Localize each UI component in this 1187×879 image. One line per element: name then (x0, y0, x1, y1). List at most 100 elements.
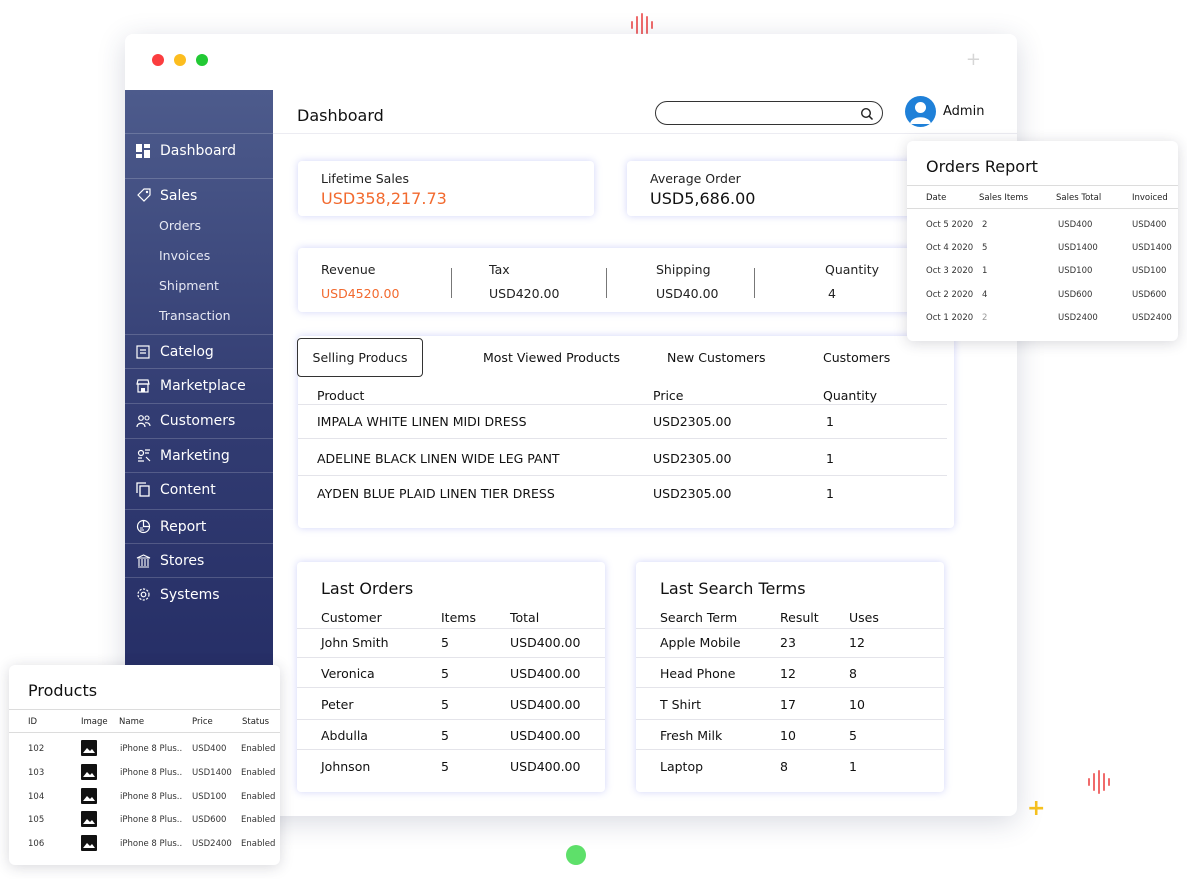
sidebar-item-dashboard[interactable]: Dashboard (125, 133, 273, 167)
search-uses: 12 (849, 635, 865, 650)
column-header-image: Image (81, 717, 108, 727)
sidebar-item-stores[interactable]: Stores (125, 543, 273, 577)
copy-icon (135, 482, 151, 498)
dashboard-icon (135, 143, 151, 159)
sidebar-item-label: Marketplace (160, 377, 246, 394)
order-items: 5 (441, 666, 449, 681)
shipping-value: USD40.00 (656, 286, 719, 301)
sidebar-item-catelog[interactable]: Catelog (125, 334, 273, 368)
gear-icon (135, 587, 151, 603)
column-header-search-term: Search Term (660, 610, 738, 625)
row-divider (297, 719, 605, 720)
product-id: 104 (28, 792, 45, 802)
building-icon (135, 553, 151, 569)
image-icon (81, 764, 97, 780)
report-sales-items: 1 (982, 266, 988, 276)
top-bar: Dashboard Admin (273, 90, 1017, 134)
product-status: Enabled (241, 768, 276, 778)
tab-new-customers[interactable]: New Customers (667, 350, 765, 365)
column-header-product: Product (317, 388, 365, 403)
row-divider (636, 687, 944, 688)
sidebar-item-systems[interactable]: Systems (125, 577, 273, 611)
order-customer: Abdulla (321, 728, 368, 743)
row-divider (636, 657, 944, 658)
report-invoiced: USD1400 (1132, 243, 1172, 253)
new-tab-plus-icon[interactable]: + (966, 49, 981, 70)
report-sales-items: 5 (982, 243, 988, 253)
header-divider (9, 732, 280, 733)
sidebar-sub-transaction[interactable]: Transaction (159, 308, 231, 323)
product-name: ADELINE BLACK LINEN WIDE LEG PANT (317, 451, 560, 466)
search-uses: 10 (849, 697, 865, 712)
column-header-uses: Uses (849, 610, 879, 625)
report-icon (135, 519, 151, 535)
user-name[interactable]: Admin (943, 104, 984, 119)
sidebar-item-sales[interactable]: Sales (125, 178, 273, 212)
order-customer: John Smith (321, 635, 389, 650)
column-header-result: Result (780, 610, 819, 625)
maximize-window-button[interactable] (196, 54, 208, 66)
search-result: 17 (780, 697, 796, 712)
row-divider (636, 719, 944, 720)
sidebar-item-report[interactable]: Report (125, 509, 273, 543)
row-divider (297, 628, 605, 629)
product-id: 106 (28, 839, 45, 849)
quantity-label: Quantity (825, 262, 880, 277)
order-items: 5 (441, 635, 449, 650)
minimize-window-button[interactable] (174, 54, 186, 66)
tax-value: USD420.00 (489, 286, 560, 301)
last-search-terms-card: Last Search Terms Search Term Result Use… (636, 562, 944, 792)
row-divider (298, 475, 947, 476)
revenue-label: Revenue (321, 262, 376, 277)
product-price: USD400 (192, 744, 227, 754)
row-divider (297, 749, 605, 750)
sidebar-item-marketplace[interactable]: Marketplace (125, 368, 273, 402)
sidebar-sub-orders[interactable]: Orders (159, 218, 201, 233)
product-price: USD100 (192, 792, 227, 802)
avatar[interactable] (905, 96, 936, 127)
report-date: Oct 4 2020 (926, 243, 974, 253)
store-icon (135, 378, 151, 394)
product-name: iPhone 8 Plus.. (120, 768, 183, 778)
sidebar-item-content[interactable]: Content (125, 472, 273, 506)
sidebar-item-label: Content (160, 481, 216, 498)
tab-most-viewed-products[interactable]: Most Viewed Products (483, 350, 620, 365)
report-sales-items: 4 (982, 290, 988, 300)
search-term: Apple Mobile (660, 635, 741, 650)
image-icon (81, 835, 97, 851)
order-items: 5 (441, 697, 449, 712)
sidebar-sub-invoices[interactable]: Invoices (159, 248, 210, 263)
product-id: 102 (28, 744, 45, 754)
product-status: Enabled (241, 815, 276, 825)
search-result: 12 (780, 666, 796, 681)
average-order-value: USD5,686.00 (650, 189, 756, 208)
image-icon (81, 811, 97, 827)
column-header-status: Status (242, 717, 270, 727)
report-invoiced: USD600 (1132, 290, 1167, 300)
search-term: T Shirt (660, 697, 701, 712)
row-divider (298, 404, 947, 405)
sidebar-item-customers[interactable]: Customers (125, 403, 273, 437)
sidebar-item-marketing[interactable]: Marketing (125, 438, 273, 472)
tax-label: Tax (489, 262, 510, 277)
order-total: USD400.00 (510, 666, 581, 681)
order-items: 5 (441, 759, 449, 774)
product-id: 105 (28, 815, 45, 825)
tab-selling-products[interactable]: Selling Producs (297, 338, 423, 377)
search-input[interactable] (655, 101, 883, 125)
report-date: Oct 5 2020 (926, 220, 974, 230)
products-panel: Products ID Image Name Price Status 102 … (9, 665, 280, 865)
catalog-icon (135, 344, 151, 360)
report-sales-items: 2 (982, 313, 988, 323)
order-total: USD400.00 (510, 759, 581, 774)
product-name: IMPALA WHITE LINEN MIDI DRESS (317, 414, 527, 429)
header-divider (9, 709, 280, 710)
search-uses: 1 (849, 759, 857, 774)
sidebar-sub-shipment[interactable]: Shipment (159, 278, 219, 293)
search-icon[interactable] (860, 106, 874, 125)
sidebar-item-label: Marketing (160, 447, 230, 464)
close-window-button[interactable] (152, 54, 164, 66)
product-price: USD2305.00 (653, 451, 732, 466)
tab-customers[interactable]: Customers (823, 350, 890, 365)
plus-icon: + (1027, 796, 1046, 821)
